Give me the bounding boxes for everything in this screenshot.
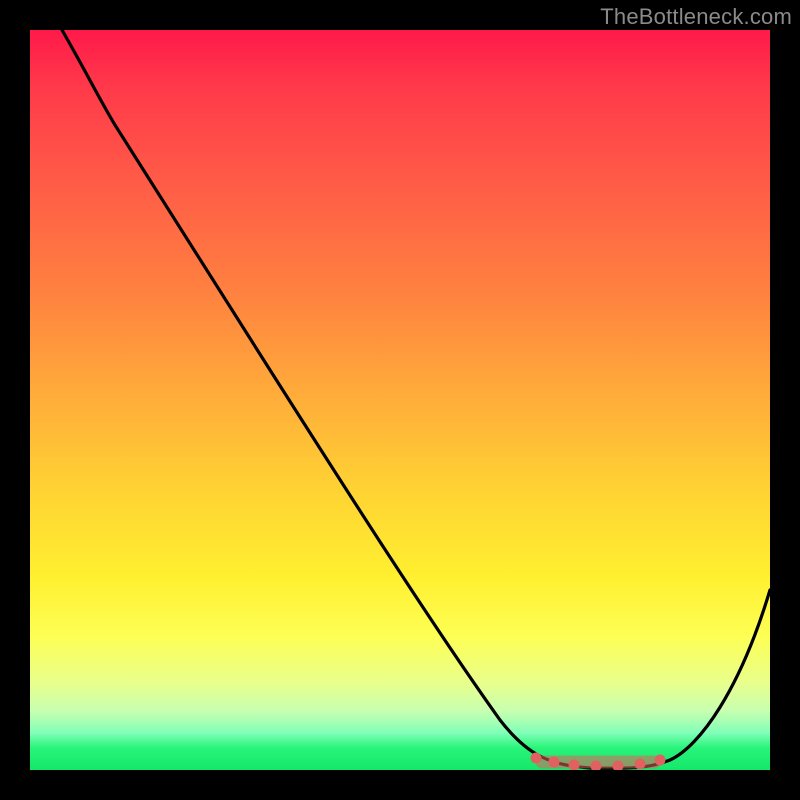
optimal-range-markers [531, 753, 665, 770]
bottleneck-curve [62, 30, 770, 768]
watermark-text: TheBottleneck.com [600, 4, 792, 30]
chart-frame: TheBottleneck.com [0, 0, 800, 800]
curve-layer [30, 30, 770, 770]
plot-area [30, 30, 770, 770]
